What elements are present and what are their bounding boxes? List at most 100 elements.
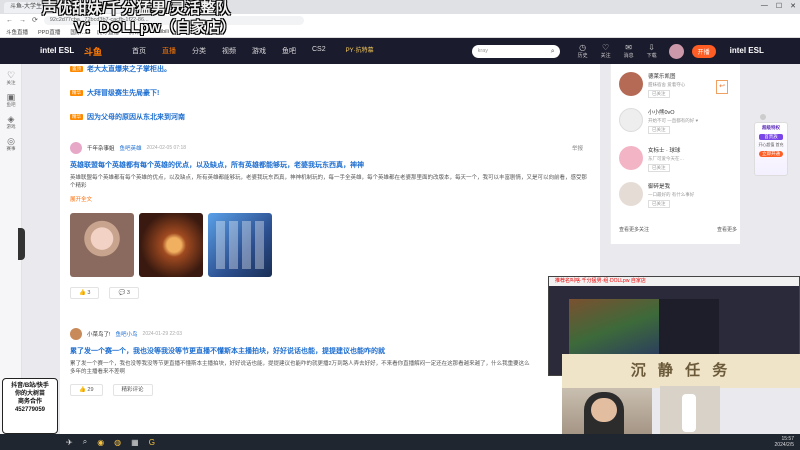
following-user[interactable]: 德莱乐凯图 甜妹宿舍 爱着夺心 已关注: [619, 72, 685, 98]
follow-button[interactable]: 已关注: [648, 126, 670, 134]
stream-banner: 沉 静 任 务: [562, 354, 800, 388]
following-user[interactable]: 小小熊0vO 开始不可 一直都有的好 ♥ 已关注: [619, 108, 698, 134]
post-title[interactable]: 英雄联盟每个英雄都有每个英雄的优点，以及缺点，所有英雄都能够玩，老婆我玩东西真，…: [70, 160, 595, 170]
view-more-link[interactable]: 查看更多: [717, 226, 737, 233]
user-avatar[interactable]: [668, 43, 684, 59]
nav-yuba[interactable]: 鱼吧: [282, 46, 296, 56]
search-input[interactable]: kray ⌕: [471, 44, 560, 58]
following-user[interactable]: 女标士 · 球球 东厂可爱今天在… 已关注: [619, 146, 684, 172]
ad-button[interactable]: 立即开通: [759, 151, 783, 157]
header-icons: ◷ 历史 ♡ 关注 ✉ 消息 ⇩ 下载: [576, 43, 659, 59]
app-icon[interactable]: ▦: [131, 438, 139, 447]
avatar[interactable]: [619, 182, 643, 206]
search-icon[interactable]: ⌕: [551, 45, 555, 58]
ad-title: 超级特权: [762, 125, 780, 130]
pinned-link[interactable]: 置顶 老大太直爆来之子掌柜出。: [70, 64, 171, 74]
search-placeholder: kray: [477, 47, 489, 54]
nav-games[interactable]: 游戏: [252, 46, 266, 56]
start-icon[interactable]: ✈: [66, 438, 73, 447]
close-icon[interactable]: ✕: [790, 2, 796, 10]
pinned-badge: 置顶: [70, 66, 83, 72]
sidebar-item-follow[interactable]: ♡ 关注: [0, 70, 22, 86]
ad-tag: 首贵族: [759, 134, 783, 140]
nav-home[interactable]: 首页: [132, 46, 146, 56]
nav-live[interactable]: 直播: [162, 46, 176, 56]
avatar[interactable]: [619, 146, 643, 170]
featured-link[interactable]: 精华 大拜冒级赛生先局豪下!: [70, 88, 159, 98]
following-footer: 查看更多关注 查看更多: [619, 226, 737, 233]
post-group[interactable]: 鱼吧英雄: [120, 144, 142, 152]
microphone: [660, 386, 720, 434]
follow-button[interactable]: 已关注: [648, 90, 670, 98]
nav-cs2[interactable]: CS2: [312, 46, 326, 56]
sidebar-item-games[interactable]: ◈ 游戏: [0, 114, 22, 130]
post-time: 2024-02-05 07:18: [146, 145, 187, 151]
post-card: 小菜鸟了! 鱼吧小鸟 2024-01-29 22:03 累了发一个赛一个，我也没…: [70, 328, 595, 396]
featured-link[interactable]: 精华 因为父母的原因从东北来到河南: [70, 112, 185, 122]
post-images: [70, 213, 595, 277]
go-live-button[interactable]: 开播: [691, 44, 716, 58]
like-button[interactable]: 👍 3: [70, 287, 100, 299]
douyu-logo[interactable]: 斗鱼: [84, 45, 118, 58]
expand-link[interactable]: 展开全文: [70, 195, 595, 203]
back-icon[interactable]: ←: [6, 17, 13, 24]
follow-icon[interactable]: ♡ 关注: [599, 43, 613, 59]
post-author[interactable]: 千年杂事姐: [87, 144, 115, 152]
webcam-view: [562, 388, 652, 434]
like-button[interactable]: 👍 29: [70, 384, 103, 396]
minimize-icon[interactable]: —: [761, 2, 768, 10]
nav-video[interactable]: 视频: [222, 46, 236, 56]
sidebar-collapse-handle[interactable]: [18, 228, 25, 260]
following-user[interactable]: 御碎是我 一口最好的 有什么事好 已关注: [619, 182, 694, 208]
post-title[interactable]: 累了发一个赛一个，我也没等我没等节更直播不懂斯本主播拍块，好好说话也能，提提建议…: [70, 346, 595, 356]
view-more-following-link[interactable]: 查看更多关注: [619, 226, 649, 233]
game-icon: ◈: [7, 114, 15, 124]
post-actions: 👍 29 精彩评论: [70, 384, 595, 396]
sidebar-item-events[interactable]: ◎ 赛事: [0, 136, 22, 152]
sidebar-item-yuba[interactable]: ▣ 鱼吧: [0, 92, 22, 108]
heart-icon: ♡: [6, 70, 16, 80]
maximize-icon[interactable]: ☐: [776, 2, 782, 10]
post-group[interactable]: 鱼吧小鸟: [116, 330, 138, 338]
vip-ad-card[interactable]: 超级特权 首贵族 开心超值 首充 立即开通: [754, 122, 788, 176]
post-card: 千年杂事姐 鱼吧英雄 2024-02-05 07:18 举报 英雄联盟每个英雄都…: [70, 142, 595, 299]
comment-button[interactable]: 精彩评论: [112, 384, 153, 396]
taskbar: ✈ ⌕ ◉ ◍ ▦ G 15:57 2024/2/5: [0, 434, 800, 450]
promo-banner[interactable]: PY·抗特慕: [340, 48, 380, 55]
forward-icon[interactable]: →: [19, 17, 26, 24]
message-icon[interactable]: ✉ 消息: [622, 43, 636, 59]
download-icon[interactable]: ⇩ 下载: [645, 43, 659, 59]
bookmark[interactable]: 斗鱼直播: [6, 28, 28, 36]
esl-logo: intel ESL: [40, 46, 75, 55]
post-author[interactable]: 小菜鸟了!: [87, 330, 111, 338]
stream-overlay-title: 声优甜妹/千分猛男/灵活整队: [42, 0, 231, 17]
avatar[interactable]: [70, 328, 82, 340]
featured-badge: 精华: [70, 90, 83, 96]
ad-close-icon[interactable]: [760, 114, 766, 120]
post-image[interactable]: [208, 213, 272, 277]
browser-icon[interactable]: ◍: [114, 438, 121, 447]
bookmark[interactable]: PPD直播: [38, 28, 60, 36]
system-clock[interactable]: 15:57 2024/2/5: [775, 436, 794, 448]
streamer-face: [591, 398, 617, 422]
share-icon[interactable]: ↩: [716, 80, 728, 94]
follow-button[interactable]: 已关注: [648, 164, 670, 172]
report-button[interactable]: 举报: [572, 144, 583, 152]
avatar[interactable]: [70, 142, 82, 154]
comment-button[interactable]: 💬 3: [109, 287, 139, 299]
reload-icon[interactable]: ⟳: [32, 16, 38, 24]
taskview-icon[interactable]: ◉: [97, 438, 104, 447]
game-icon[interactable]: G: [149, 438, 155, 447]
nav-category[interactable]: 分类: [192, 46, 206, 56]
window-controls: — ☐ ✕: [761, 2, 796, 10]
follow-button[interactable]: 已关注: [648, 200, 670, 208]
camera-icon: ▣: [6, 92, 16, 102]
post-image[interactable]: [139, 213, 203, 277]
site-header: intel ESL 斗鱼 首页 直播 分类 视频 游戏 鱼吧 CS2 PY·抗特…: [0, 38, 800, 64]
post-image[interactable]: [70, 213, 134, 277]
avatar[interactable]: [619, 72, 643, 96]
history-icon[interactable]: ◷ 历史: [576, 43, 590, 59]
game-preview: [569, 299, 659, 359]
search-icon[interactable]: ⌕: [83, 437, 87, 447]
avatar[interactable]: [619, 108, 643, 132]
